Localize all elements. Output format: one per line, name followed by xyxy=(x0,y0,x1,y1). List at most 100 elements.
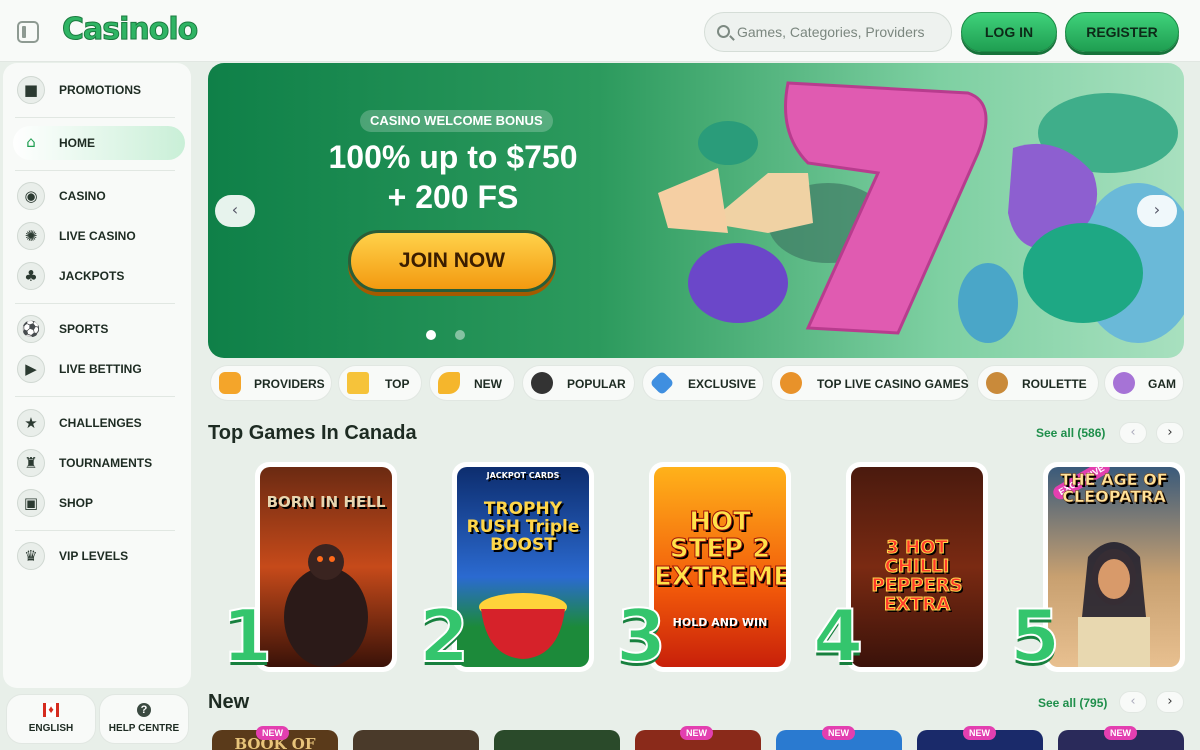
banner-title: 100% up to $750 + 200 FS xyxy=(298,137,608,217)
tab-top-live-casino-games[interactable]: TOP LIVE CASINO GAMES xyxy=(771,365,969,401)
section-title-top-games: Top Games In Canada xyxy=(208,422,417,444)
tab-label: GAM xyxy=(1148,377,1176,391)
game-card[interactable]: BORN IN HELL xyxy=(255,462,397,672)
game-card[interactable]: JACKPOT CARDS TROPHY RUSH Triple BOOST xyxy=(452,462,594,672)
game-subtitle: HOLD AND WIN xyxy=(672,616,768,629)
new-badge: NEW xyxy=(256,726,289,740)
roulette-icon: ✺ xyxy=(17,222,45,250)
home-icon: ⌂ xyxy=(26,133,36,151)
new-badge: NEW xyxy=(1104,726,1137,740)
top-header: Casinolo LOG IN REGISTER xyxy=(0,0,1200,62)
sidebar-item-label: VIP LEVELS xyxy=(59,549,129,563)
sidebar-item-label: SPORTS xyxy=(59,322,109,336)
language-button[interactable]: ♦ ENGLISH xyxy=(6,694,96,744)
sidebar-item-label: LIVE BETTING xyxy=(59,362,142,376)
game-thumbnail-trophy-rush: JACKPOT CARDS TROPHY RUSH Triple BOOST xyxy=(457,467,589,667)
carousel-dot-active[interactable] xyxy=(426,330,436,340)
new-star-icon xyxy=(438,372,460,394)
sidebar-item-live-betting[interactable]: ▶ LIVE BETTING xyxy=(13,352,185,386)
tab-popular[interactable]: POPULAR xyxy=(522,365,635,401)
canada-flag-icon: ♦ xyxy=(43,703,59,717)
sidebar-item-sports[interactable]: ⚽ SPORTS xyxy=(13,312,185,346)
casinolo-logo[interactable]: Casinolo xyxy=(61,12,198,48)
tab-label: ROULETTE xyxy=(1022,377,1087,391)
language-label: ENGLISH xyxy=(28,723,74,734)
see-all-new-link[interactable]: See all (795) xyxy=(1038,696,1107,710)
sidebar-item-promotions[interactable]: ■ PROMOTIONS xyxy=(13,73,185,107)
see-all-top-games-link[interactable]: See all (586) xyxy=(1036,426,1105,440)
bomb-icon xyxy=(531,372,553,394)
promo-banner[interactable]: CASINO WELCOME BONUS 100% up to $750 + 2… xyxy=(208,63,1184,358)
banner-next-button[interactable]: › xyxy=(1137,195,1177,227)
rank-number: 3 xyxy=(615,594,667,678)
carousel-dot[interactable] xyxy=(455,330,465,340)
game-thumbnail-born-in-hell: BORN IN HELL xyxy=(260,467,392,667)
new-game-card[interactable] xyxy=(353,730,479,750)
game-card[interactable]: HOT STEP 2 EXTREME HOLD AND WIN xyxy=(649,462,791,672)
tab-label: NEW xyxy=(474,377,502,391)
register-button[interactable]: REGISTER xyxy=(1065,12,1179,52)
star-icon: ★ xyxy=(17,409,45,437)
sidebar-item-label: JACKPOTS xyxy=(59,269,125,283)
tab-roulette[interactable]: ROULETTE xyxy=(977,365,1099,401)
game-title: 3 HOT CHILLI PEPPERS EXTRA xyxy=(871,537,963,615)
sidebar-toggle-icon[interactable] xyxy=(17,21,39,43)
sidebar-item-vip-levels[interactable]: ♛ VIP LEVELS xyxy=(13,539,185,573)
tab-label: TOP LIVE CASINO GAMES xyxy=(817,377,969,391)
divider xyxy=(15,303,175,304)
cleopatra-art xyxy=(1078,542,1150,667)
trophy-cup-art xyxy=(479,593,567,659)
question-icon: ? xyxy=(137,703,151,717)
medal-icon xyxy=(780,372,802,394)
tab-games-partial[interactable]: GAM xyxy=(1104,365,1184,401)
search-input[interactable] xyxy=(737,13,947,51)
play-screen-icon: ▶ xyxy=(17,355,45,383)
sidebar-item-jackpots[interactable]: ♣ JACKPOTS xyxy=(13,259,185,293)
sidebar-item-home[interactable]: ⌂ HOME xyxy=(13,126,185,160)
tab-label: EXCLUSIVE xyxy=(688,377,757,391)
new-game-card[interactable] xyxy=(494,730,620,750)
sidebar-item-label: PROMOTIONS xyxy=(59,83,142,97)
casino-chip-icon: ◉ xyxy=(17,182,45,210)
new-games-next-button[interactable]: › xyxy=(1156,691,1184,713)
help-centre-button[interactable]: ? HELP CENTRE xyxy=(99,694,189,744)
divider xyxy=(15,396,175,397)
games-icon xyxy=(1113,372,1135,394)
join-now-button[interactable]: JOIN NOW xyxy=(348,230,556,292)
clubs-icon: ♣ xyxy=(17,262,45,290)
gift-icon: ■ xyxy=(17,76,45,104)
tab-exclusive[interactable]: EXCLUSIVE xyxy=(642,365,764,401)
game-thumbnail-age-of-cleopatra: EXCLUSIVE THE AGE OF CLEOPATRA xyxy=(1048,467,1180,667)
search-box[interactable] xyxy=(704,12,952,52)
sidebar-item-casino[interactable]: ◉ CASINO xyxy=(13,179,185,213)
sidebar-item-challenges[interactable]: ★ CHALLENGES xyxy=(13,406,185,440)
sidebar-item-tournaments[interactable]: ♜ TOURNAMENTS xyxy=(13,446,185,480)
new-games-prev-button[interactable]: ‹ xyxy=(1119,691,1147,713)
banner-title-line2: + 200 FS xyxy=(387,179,519,215)
tab-top[interactable]: TOP xyxy=(338,365,422,401)
providers-icon xyxy=(219,372,241,394)
login-button[interactable]: LOG IN xyxy=(961,12,1057,52)
search-icon xyxy=(717,25,730,38)
tab-new[interactable]: NEW xyxy=(429,365,515,401)
sidebar-item-label: CHALLENGES xyxy=(59,416,142,430)
sidebar-item-live-casino[interactable]: ✺ LIVE CASINO xyxy=(13,219,185,253)
game-card[interactable]: 3 HOT CHILLI PEPPERS EXTRA xyxy=(846,462,988,672)
shopping-bag-icon: ▣ xyxy=(17,489,45,517)
sidebar-item-label: HOME xyxy=(59,136,95,150)
top-games-prev-button[interactable]: ‹ xyxy=(1119,422,1147,444)
trophy-icon: ♜ xyxy=(17,449,45,477)
top-games-next-button[interactable]: › xyxy=(1156,422,1184,444)
tab-providers[interactable]: PROVIDERS xyxy=(210,365,332,401)
sidebar-item-label: SHOP xyxy=(59,496,94,510)
sidebar-item-label: CASINO xyxy=(59,189,106,203)
crown-icon: ♛ xyxy=(17,542,45,570)
divider xyxy=(15,170,175,171)
tab-label: POPULAR xyxy=(567,377,626,391)
game-card[interactable]: EXCLUSIVE THE AGE OF CLEOPATRA xyxy=(1043,462,1185,672)
banner-title-line1: 100% up to $750 xyxy=(328,139,578,175)
sidebar-item-shop[interactable]: ▣ SHOP xyxy=(13,486,185,520)
soccer-ball-icon: ⚽ xyxy=(17,315,45,343)
banner-prev-button[interactable]: ‹ xyxy=(215,195,255,227)
divider xyxy=(15,530,175,531)
